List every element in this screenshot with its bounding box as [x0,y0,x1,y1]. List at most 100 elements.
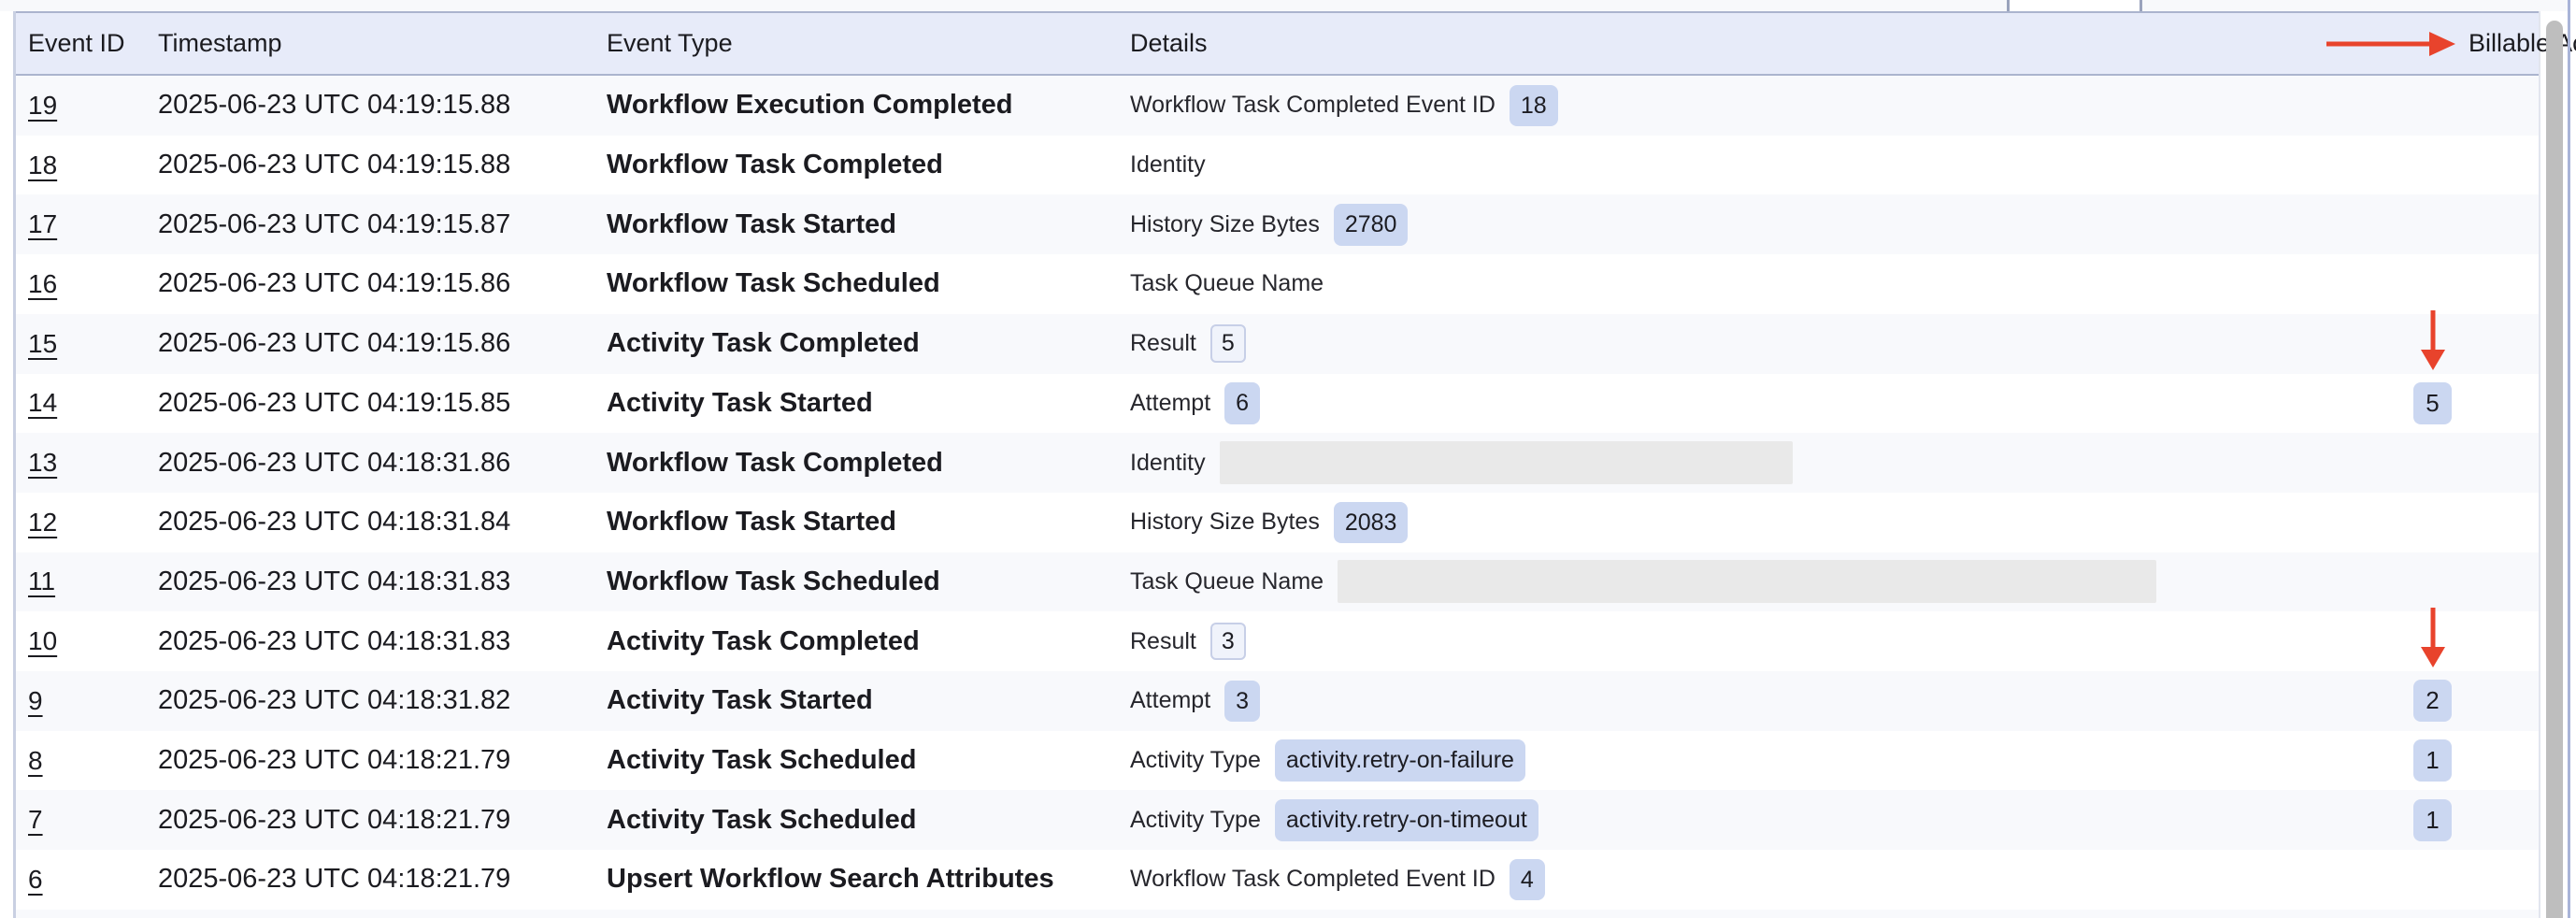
event-details-cell: Result 3 [1130,623,2326,661]
event-timestamp: 2025-06-23 UTC 04:18:31.82 [158,685,607,716]
event-id-link[interactable]: 17 [28,209,57,238]
event-timestamp: 2025-06-23 UTC 04:18:31.83 [158,567,607,597]
event-timestamp: 2025-06-23 UTC 04:18:21.79 [158,805,607,836]
billable-actions-cell [2326,552,2539,612]
event-row[interactable]: 82025-06-23 UTC 04:18:21.79Activity Task… [16,731,2539,791]
event-id-link[interactable]: 14 [28,388,57,417]
event-id-link[interactable]: 18 [28,151,57,179]
detail-label: Result [1130,330,1196,357]
event-type: Workflow Task Completed [607,150,1130,180]
event-details-cell: Attempt6 [1130,382,2326,424]
detail-value-badge: 18 [1510,85,1558,127]
event-timestamp: 2025-06-23 UTC 04:18:21.79 [158,745,607,776]
detail-value-badge: 3 [1210,623,1246,661]
event-id-cell: 14 [16,388,158,418]
vertical-scrollbar-thumb[interactable] [2546,21,2563,918]
event-details-cell: Activity Type activity.retry-on-failure [1130,739,2326,782]
detail-value-badge: 2083 [1334,502,1409,544]
event-row[interactable]: 10 2025-06-23 UTC 04:18:31.83Activity Tas… [16,611,2539,671]
event-timestamp: 2025-06-23 UTC 04:19:15.88 [158,150,607,180]
detail-label: Task Queue Name [1130,270,1324,297]
event-details-cell: History Size Bytes 2083 [1130,502,2326,544]
event-id-link[interactable]: 7 [28,805,43,834]
detail-value-badge: 3 [1224,681,1260,723]
event-id-cell: 7 [16,805,158,835]
event-id-link[interactable]: 16 [28,269,57,298]
event-id-cell: 13 [16,448,158,478]
event-id-link[interactable]: 11 [28,567,55,595]
event-type: Workflow Task Started [607,209,1130,240]
event-id-link[interactable]: 8 [28,746,43,775]
billable-actions-cell [2326,136,2539,195]
billable-actions-cell: 2 [2326,671,2539,731]
billable-actions-cell: 1 [2326,731,2539,791]
billable-actions-cell [2326,254,2539,314]
detail-label: Activity Type [1130,807,1261,834]
event-timestamp: 2025-06-23 UTC 04:19:15.86 [158,268,607,299]
billable-actions-badge: 1 [2413,739,2452,782]
event-timestamp: 2025-06-23 UTC 04:19:15.85 [158,388,607,419]
detail-label: Identity [1130,450,1206,477]
annotation-arrow-down-icon [2420,310,2446,372]
right-edge-divider [2568,0,2570,918]
billable-actions-cell: 1 [2326,790,2539,850]
event-row[interactable]: 62025-06-23 UTC 04:18:21.79Upsert Workfl… [16,850,2539,910]
column-header-details: Details [1130,29,2326,58]
event-id-link[interactable]: 10 [28,626,57,655]
detail-label: History Size Bytes [1130,211,1320,238]
event-row[interactable]: 14 2025-06-23 UTC 04:19:15.85Activity Tas… [16,374,2539,434]
event-row[interactable]: 112025-06-23 UTC 04:18:31.83Workflow Tas… [16,552,2539,612]
column-header-billable-actions: Billable Actions [2326,29,2576,58]
event-id-cell: 9 [16,686,158,716]
event-type: Workflow Task Scheduled [607,268,1130,299]
detail-label: Workflow Task Completed Event ID [1130,92,1496,119]
event-row[interactable]: 132025-06-23 UTC 04:18:31.86Workflow Tas… [16,433,2539,493]
event-id-cell: 12 [16,508,158,538]
detail-value-badge: activity.retry-on-timeout [1275,799,1538,841]
event-timestamp: 2025-06-23 UTC 04:18:31.83 [158,626,607,657]
billable-actions-cell [2326,314,2539,374]
detail-value-badge: 6 [1224,382,1260,424]
billable-actions-cell [2326,850,2539,910]
detail-label: Workflow Task Completed Event ID [1130,866,1496,893]
column-header-event-id: Event ID [16,29,158,58]
event-id-link[interactable]: 6 [28,865,43,894]
detail-label: Attempt [1130,687,1210,714]
event-row[interactable]: 122025-06-23 UTC 04:18:31.84Workflow Tas… [16,493,2539,552]
annotation-arrow-right-icon [2326,31,2457,57]
event-details-cell: Task Queue Name [1130,560,2326,603]
event-details-cell: Identity [1130,441,2326,484]
event-details-cell: Workflow Task Completed Event ID 4 [1130,859,2326,901]
event-type: Workflow Task Started [607,507,1130,538]
event-id-cell: 19 [16,91,158,121]
event-id-link[interactable]: 19 [28,91,57,120]
event-row[interactable]: 92025-06-23 UTC 04:18:31.82Activity Task… [16,671,2539,731]
detail-value-badge: activity.retry-on-failure [1275,739,1525,782]
redacted-value-box [1220,441,1793,484]
event-id-link[interactable]: 12 [28,508,57,537]
event-type: Activity Task Completed [607,328,1130,359]
event-row[interactable]: 18 2025-06-23 UTC 04:19:15.88Workflow Tas… [16,136,2539,195]
event-row[interactable]: 152025-06-23 UTC 04:19:15.86Activity Tas… [16,314,2539,374]
column-header-event-type: Event Type [607,29,1130,58]
detail-label: History Size Bytes [1130,509,1320,536]
event-id-cell: 17 [16,209,158,239]
event-type: Upsert Workflow Search Attributes [607,864,1130,895]
event-id-link[interactable]: 15 [28,329,57,358]
detail-label: Identity [1130,151,1206,179]
redacted-value-box [1338,560,2156,603]
event-type: Activity Task Completed [607,626,1130,657]
detail-value-badge: 4 [1510,859,1545,901]
detail-label: Activity Type [1130,747,1261,774]
event-row[interactable]: 17 2025-06-23 UTC 04:19:15.87Workflow Tas… [16,194,2539,254]
event-id-link[interactable]: 9 [28,686,43,715]
event-timestamp: 2025-06-23 UTC 04:19:15.87 [158,209,607,240]
event-row[interactable]: 16 2025-06-23 UTC 04:19:15.86Workflow Tas… [16,254,2539,314]
event-row[interactable]: 192025-06-23 UTC 04:19:15.88Workflow Exe… [16,76,2539,136]
event-type: Activity Task Started [607,388,1130,419]
event-id-cell: 6 [16,865,158,895]
event-row[interactable]: 72025-06-23 UTC 04:18:21.79Activity Task… [16,790,2539,850]
event-id-link[interactable]: 13 [28,448,57,477]
detail-value-badge: 2780 [1334,204,1409,246]
detail-label: Result [1130,628,1196,655]
